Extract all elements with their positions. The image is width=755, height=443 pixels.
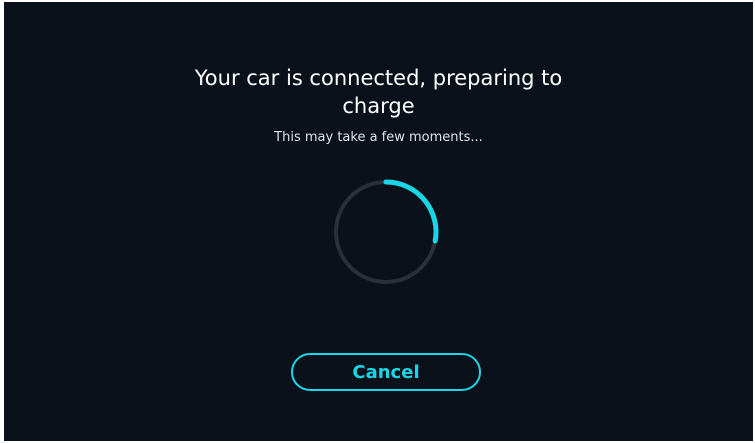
title-line-1: Your car is connected, preparing to	[194, 66, 563, 90]
status-subtitle: This may take a few moments...	[274, 130, 483, 145]
cancel-button[interactable]: Cancel	[291, 353, 481, 391]
spinner-arc	[383, 179, 439, 244]
page-title: Your car is connected, preparing to char…	[4, 64, 753, 120]
title-line-2: charge	[342, 94, 415, 118]
charging-screen: Your car is connected, preparing to char…	[4, 2, 753, 441]
loading-spinner-icon	[334, 179, 439, 284]
